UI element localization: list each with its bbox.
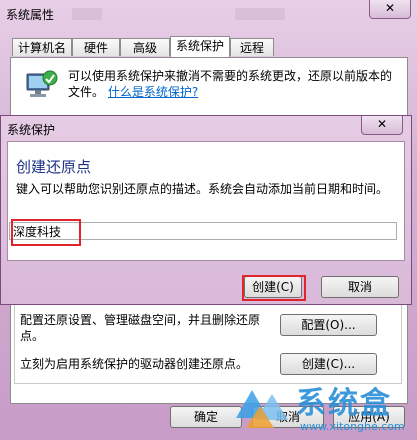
watermark-url: www.xitonghe.com [300, 420, 405, 433]
tab-computer-name[interactable]: 计算机名 [12, 38, 72, 56]
watermark: 系统盒 www.xitonghe.com [230, 378, 417, 440]
dialog-content: 创建还原点 键入可以帮助您识别还原点的描述。系统会自动添加当前日期和时间。 [7, 141, 405, 261]
configure-description: 配置还原设置、管理磁盘空间，并且删除还原点。 [20, 313, 261, 343]
create-description: 立刻为启用系统保护的驱动器创建还原点。 [20, 357, 249, 371]
dialog-cancel-button[interactable]: 取消 [321, 276, 399, 298]
tab-system-protection[interactable]: 系统保护 [170, 36, 230, 57]
system-protection-dialog: 系统保护 ✕ 创建还原点 键入可以帮助您识别还原点的描述。系统会自动添加当前日期… [0, 115, 412, 305]
protection-description: 可以使用系统保护来撤消不需要的系统更改，还原以前版本的文件。 什么是系统保护? [68, 68, 403, 100]
what-is-protection-link[interactable]: 什么是系统保护? [108, 85, 198, 99]
dialog-create-button[interactable]: 创建(C) [244, 276, 302, 298]
tab-advanced[interactable]: 高级 [120, 38, 170, 56]
create-restore-point-button[interactable]: 创建(C)... [280, 353, 377, 375]
dialog-description: 键入可以帮助您识别还原点的描述。系统会自动添加当前日期和时间。 [16, 182, 389, 196]
tab-remote[interactable]: 远程 [230, 38, 274, 56]
blurred-title-decoration [235, 8, 285, 20]
computer-restore-icon [25, 70, 59, 103]
restore-point-name-input[interactable] [9, 222, 397, 240]
configure-button[interactable]: 配置(O)... [280, 314, 377, 336]
dialog-close-button[interactable]: ✕ [361, 116, 403, 135]
blurred-title-decoration [72, 8, 102, 20]
dialog-title: 系统保护 [7, 123, 56, 137]
xitonghe-logo-icon [230, 380, 292, 437]
close-icon: ✕ [376, 117, 388, 131]
close-icon: ✕ [384, 1, 396, 15]
tab-hardware[interactable]: 硬件 [72, 38, 120, 56]
window-title: 系统属性 [6, 8, 55, 22]
watermark-brand: 系统盒 [296, 386, 392, 421]
close-button[interactable]: ✕ [369, 0, 411, 19]
dialog-heading: 创建还原点 [16, 158, 92, 176]
